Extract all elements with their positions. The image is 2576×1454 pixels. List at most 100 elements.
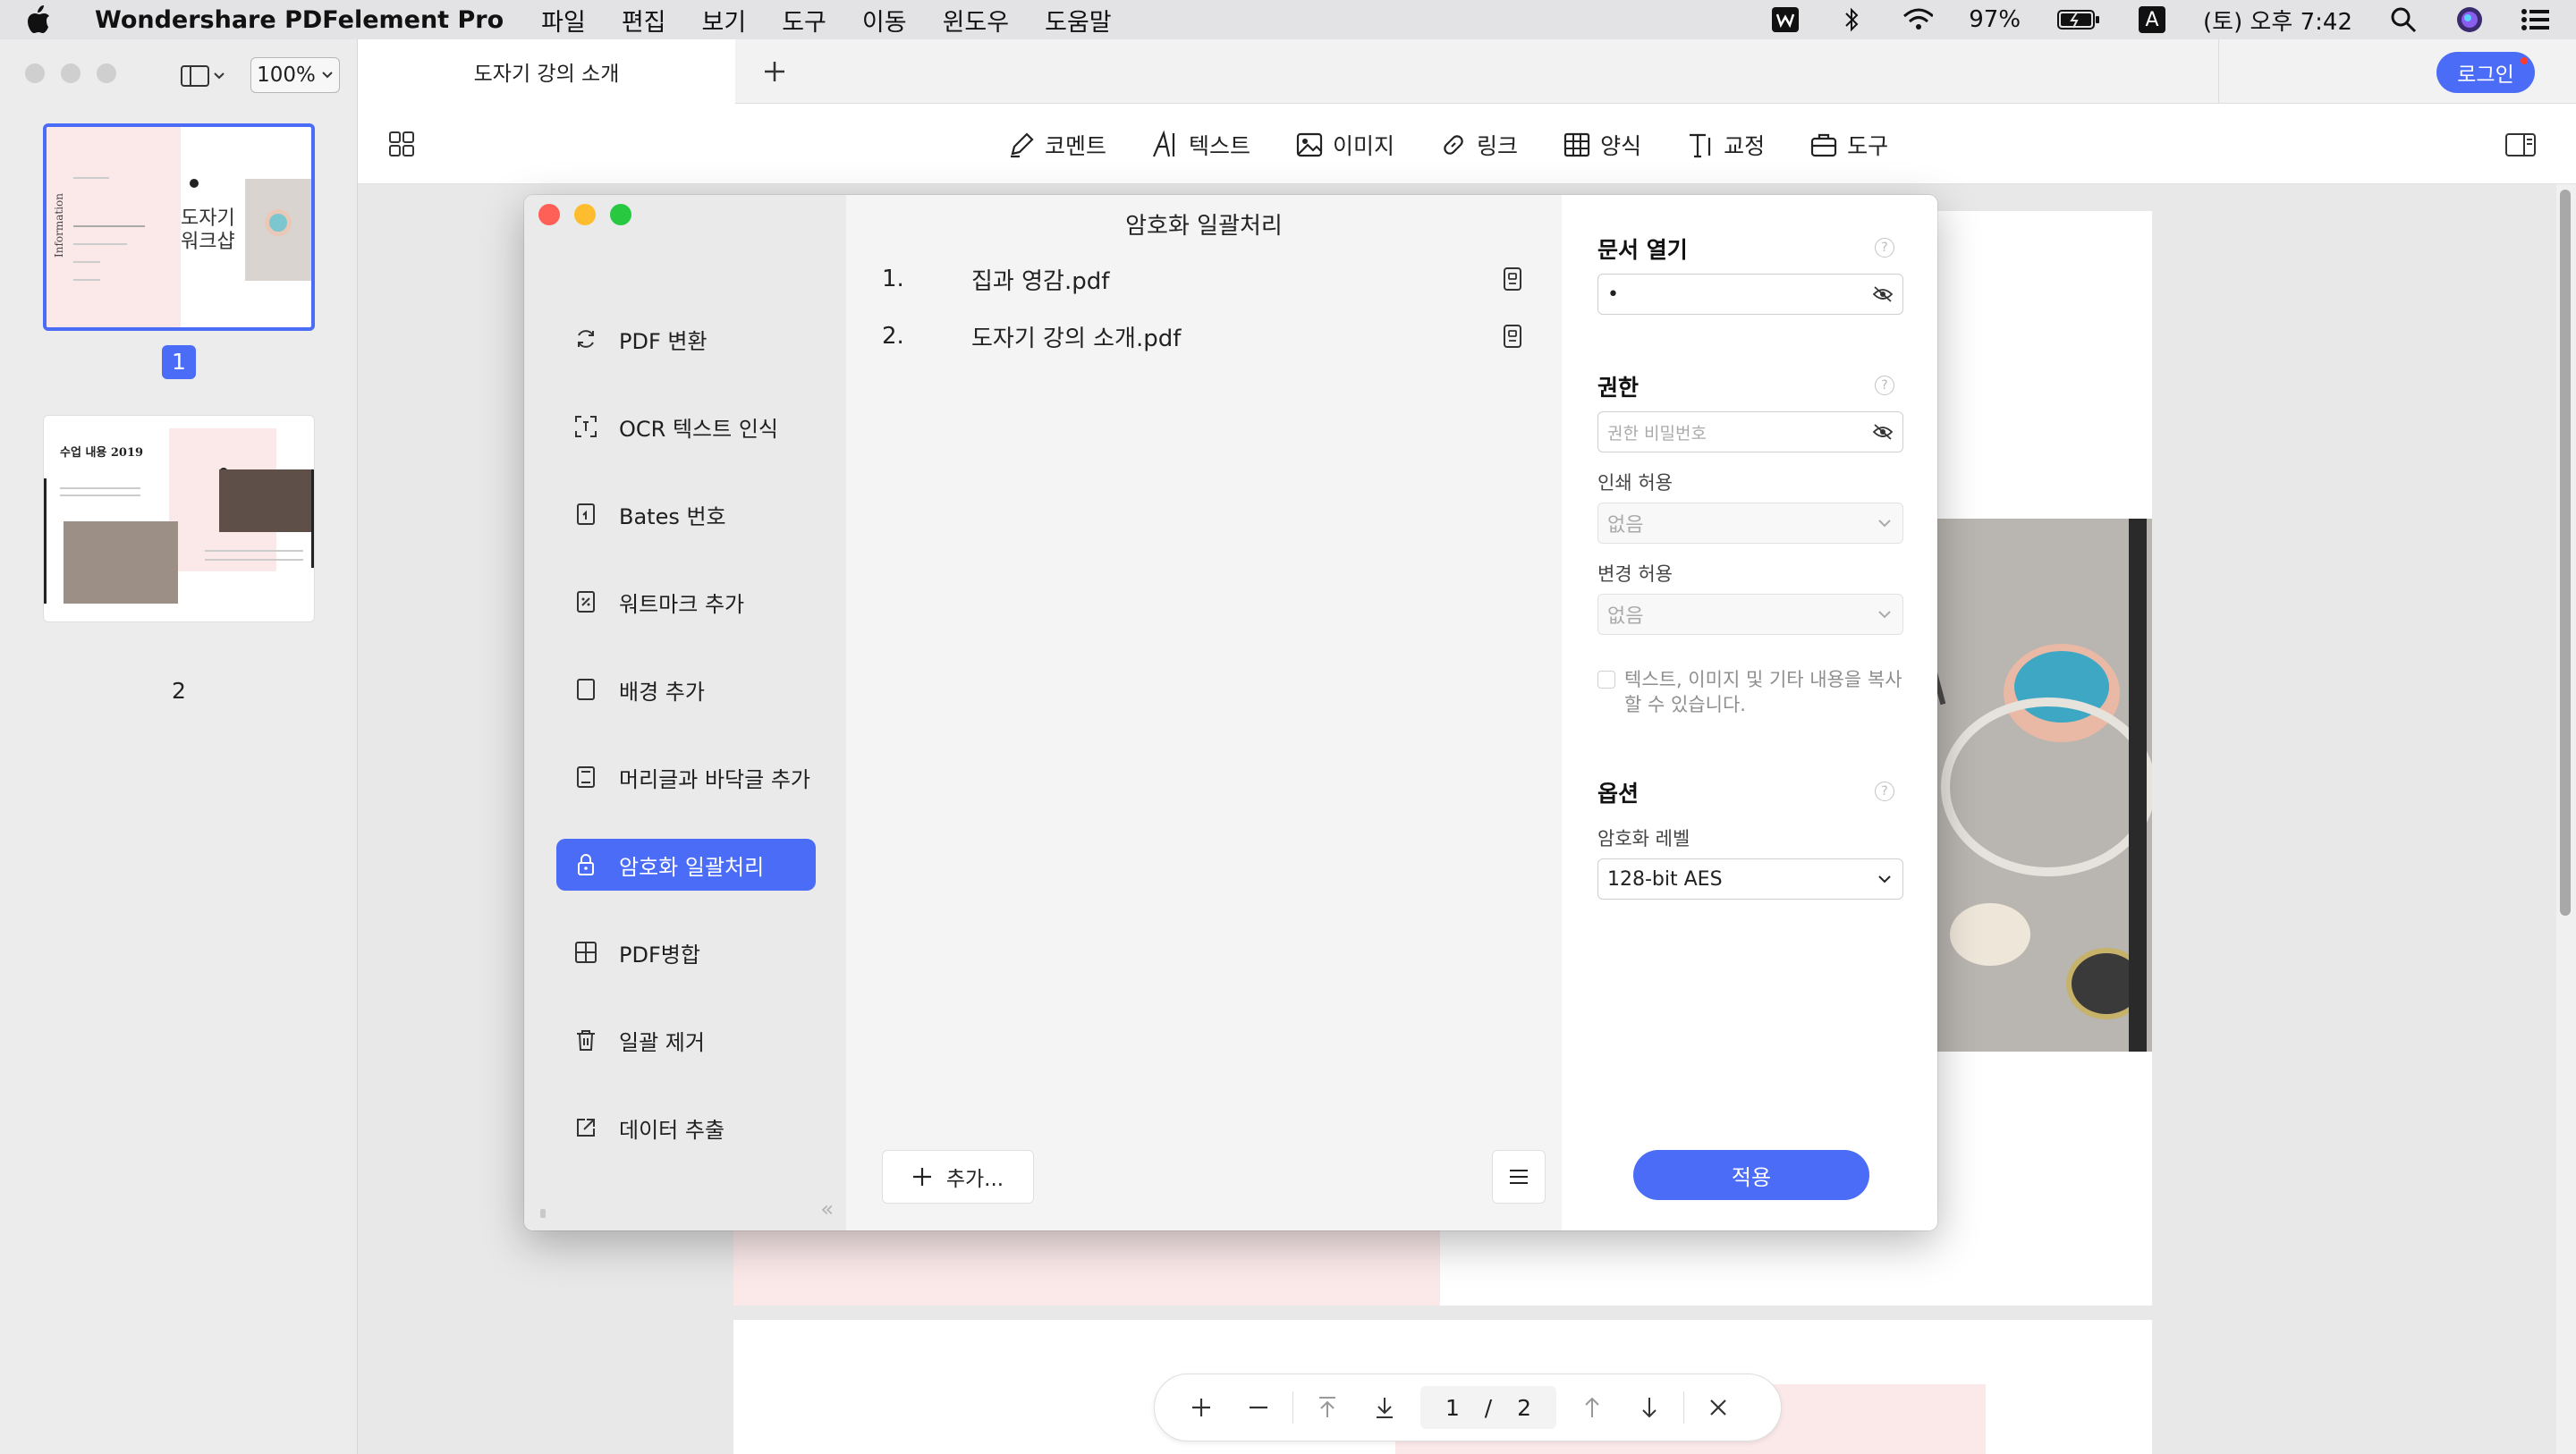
menu-go[interactable]: 이동 bbox=[862, 3, 907, 38]
print-permission-select[interactable]: 없음 bbox=[1597, 503, 1903, 544]
menu-window[interactable]: 윈도우 bbox=[943, 3, 1010, 38]
nav-pdf-convert[interactable]: PDF 변환 bbox=[556, 313, 816, 365]
copy-permission-checkbox[interactable]: 텍스트, 이미지 및 기타 내용을 복사할 수 있습니다. bbox=[1597, 667, 1911, 717]
window-close-button[interactable] bbox=[25, 63, 45, 83]
menu-tools[interactable]: 도구 bbox=[782, 3, 826, 38]
wondershare-icon[interactable] bbox=[1770, 6, 1801, 33]
tab-document[interactable]: 도자기 강의 소개 bbox=[358, 39, 735, 104]
dialog-zoom-button[interactable] bbox=[610, 204, 631, 225]
nav-background[interactable]: 배경 추가 bbox=[556, 664, 816, 715]
tool-image[interactable]: 이미지 bbox=[1295, 129, 1394, 161]
encryption-level-select[interactable]: 128-bit AES bbox=[1597, 858, 1903, 900]
resize-grip[interactable] bbox=[540, 1209, 546, 1218]
previous-page-button[interactable] bbox=[1563, 1382, 1621, 1433]
new-tab-button[interactable] bbox=[757, 54, 792, 89]
dialog-window-controls bbox=[538, 204, 631, 225]
window-minimize-button[interactable] bbox=[61, 63, 80, 83]
nav-batch-remove[interactable]: 일괄 제거 bbox=[556, 1014, 816, 1066]
page-thumbnail-1[interactable]: Information 도자기 워크샵 bbox=[43, 123, 315, 331]
tool-form[interactable]: 양식 bbox=[1563, 129, 1641, 161]
help-icon[interactable]: ? bbox=[1875, 238, 1894, 258]
chevron-down-icon bbox=[1878, 875, 1891, 883]
menu-file[interactable]: 파일 bbox=[541, 3, 586, 38]
tool-text[interactable]: 텍스트 bbox=[1151, 129, 1250, 161]
total-pages: 2 bbox=[1517, 1394, 1532, 1421]
nav-encrypt-batch[interactable]: 암호화 일괄처리 bbox=[556, 839, 816, 891]
list-menu-button[interactable] bbox=[1492, 1150, 1546, 1204]
checkbox[interactable] bbox=[1597, 671, 1615, 689]
menu-view[interactable]: 보기 bbox=[702, 3, 747, 38]
window-zoom-button[interactable] bbox=[97, 63, 116, 83]
tool-comment[interactable]: 코멘트 bbox=[1007, 129, 1106, 161]
menu-help[interactable]: 도움말 bbox=[1045, 3, 1112, 38]
page-number-1[interactable]: 1 bbox=[162, 345, 196, 379]
thumbnail-sidebar: 100% Information 도자기 워크샵 1 수업 내용 2019 2 bbox=[0, 39, 358, 1454]
eye-slash-icon[interactable] bbox=[1872, 285, 1894, 303]
eye-slash-icon[interactable] bbox=[1872, 423, 1894, 441]
bluetooth-icon[interactable] bbox=[1836, 6, 1867, 33]
plus-icon bbox=[912, 1168, 931, 1186]
tool-link[interactable]: 링크 bbox=[1439, 129, 1518, 161]
apple-icon[interactable] bbox=[25, 3, 55, 37]
zoom-in-button[interactable] bbox=[1173, 1382, 1230, 1433]
file-list-item[interactable]: 2. 도자기 강의 소개.pdf bbox=[882, 318, 1526, 354]
notification-dot bbox=[2521, 57, 2528, 64]
tool-redact[interactable]: 교정 bbox=[1686, 129, 1765, 161]
help-icon[interactable]: ? bbox=[1875, 782, 1894, 801]
file-list-item[interactable]: 1. 집과 영감.pdf bbox=[882, 261, 1526, 297]
encryption-settings-panel: 문서 열기 ? • 권한 ? 권한 비밀번호 인쇄 허용 없음 변경 허용 없음… bbox=[1562, 195, 1937, 1230]
zoom-out-button[interactable] bbox=[1230, 1382, 1287, 1433]
collapse-sidebar-button[interactable]: « bbox=[820, 1196, 834, 1222]
spotlight-search-icon[interactable] bbox=[2388, 6, 2419, 33]
dialog-minimize-button[interactable] bbox=[574, 204, 596, 225]
file-settings-icon[interactable] bbox=[1501, 324, 1526, 349]
apply-button[interactable]: 적용 bbox=[1633, 1150, 1869, 1200]
battery-icon[interactable] bbox=[2056, 6, 2101, 33]
dialog-close-button[interactable] bbox=[538, 204, 560, 225]
page-number-input[interactable]: 1 / 2 bbox=[1420, 1386, 1556, 1429]
convert-icon bbox=[572, 325, 599, 352]
arrow-to-top-icon bbox=[1319, 1397, 1335, 1417]
scrollbar-thumb[interactable] bbox=[2560, 190, 2571, 916]
add-files-button[interactable]: 추가... bbox=[882, 1150, 1034, 1204]
next-page-button[interactable] bbox=[1621, 1382, 1678, 1433]
menubar: Wondershare PDFelement Pro 파일 편집 보기 도구 이… bbox=[0, 0, 2576, 39]
open-password-field[interactable]: • bbox=[1597, 274, 1903, 315]
permission-password-field[interactable]: 권한 비밀번호 bbox=[1597, 411, 1903, 452]
page-thumbnail-2[interactable]: 수업 내용 2019 bbox=[43, 415, 315, 622]
thumb-title-line2: 워크샵 bbox=[181, 231, 235, 253]
change-permission-select[interactable]: 없음 bbox=[1597, 594, 1903, 635]
input-source-icon[interactable]: A bbox=[2137, 6, 2167, 33]
app-name[interactable]: Wondershare PDFelement Pro bbox=[95, 6, 504, 34]
control-center-icon[interactable] bbox=[2521, 6, 2551, 33]
nav-bates[interactable]: Bates 번호 bbox=[556, 488, 816, 540]
nav-header-footer[interactable]: 머리글과 바닥글 추가 bbox=[556, 751, 816, 803]
sidebar-toggle-button[interactable] bbox=[181, 63, 234, 89]
zoom-select[interactable]: 100% bbox=[250, 57, 340, 93]
page-number-2[interactable]: 2 bbox=[162, 674, 196, 708]
nav-data-extract[interactable]: 데이터 추출 bbox=[556, 1102, 816, 1154]
watermark-icon bbox=[572, 588, 599, 615]
right-panel-toggle-button[interactable] bbox=[2504, 132, 2537, 157]
header-footer-icon bbox=[572, 764, 599, 790]
vertical-scrollbar[interactable] bbox=[2556, 184, 2576, 1454]
batch-nav: PDF 변환 OCR 텍스트 인식 Bates 번호 워트마크 추가 배경 추가… bbox=[556, 313, 816, 1189]
last-page-button[interactable] bbox=[1356, 1382, 1413, 1433]
menu-edit[interactable]: 편집 bbox=[622, 3, 666, 38]
chevron-down-icon bbox=[1878, 611, 1891, 619]
nav-watermark[interactable]: 워트마크 추가 bbox=[556, 576, 816, 628]
siri-icon[interactable] bbox=[2454, 6, 2485, 33]
login-button[interactable]: 로그인 bbox=[2436, 52, 2535, 93]
tool-toolbox[interactable]: 도구 bbox=[1809, 129, 1888, 161]
nav-ocr[interactable]: OCR 텍스트 인식 bbox=[556, 401, 816, 452]
first-page-button[interactable] bbox=[1299, 1382, 1356, 1433]
nav-merge[interactable]: PDF병합 bbox=[556, 926, 816, 978]
file-settings-icon[interactable] bbox=[1501, 266, 1526, 292]
grid-view-button[interactable] bbox=[388, 131, 415, 157]
close-navigator-button[interactable] bbox=[1690, 1382, 1747, 1433]
page-photo bbox=[1914, 519, 2152, 1052]
encryption-level-label: 암호화 레벨 bbox=[1597, 828, 1690, 850]
menubar-clock[interactable]: (토) 오후 7:42 bbox=[2203, 4, 2352, 37]
help-icon[interactable]: ? bbox=[1875, 376, 1894, 395]
wifi-icon[interactable] bbox=[1902, 6, 1934, 33]
